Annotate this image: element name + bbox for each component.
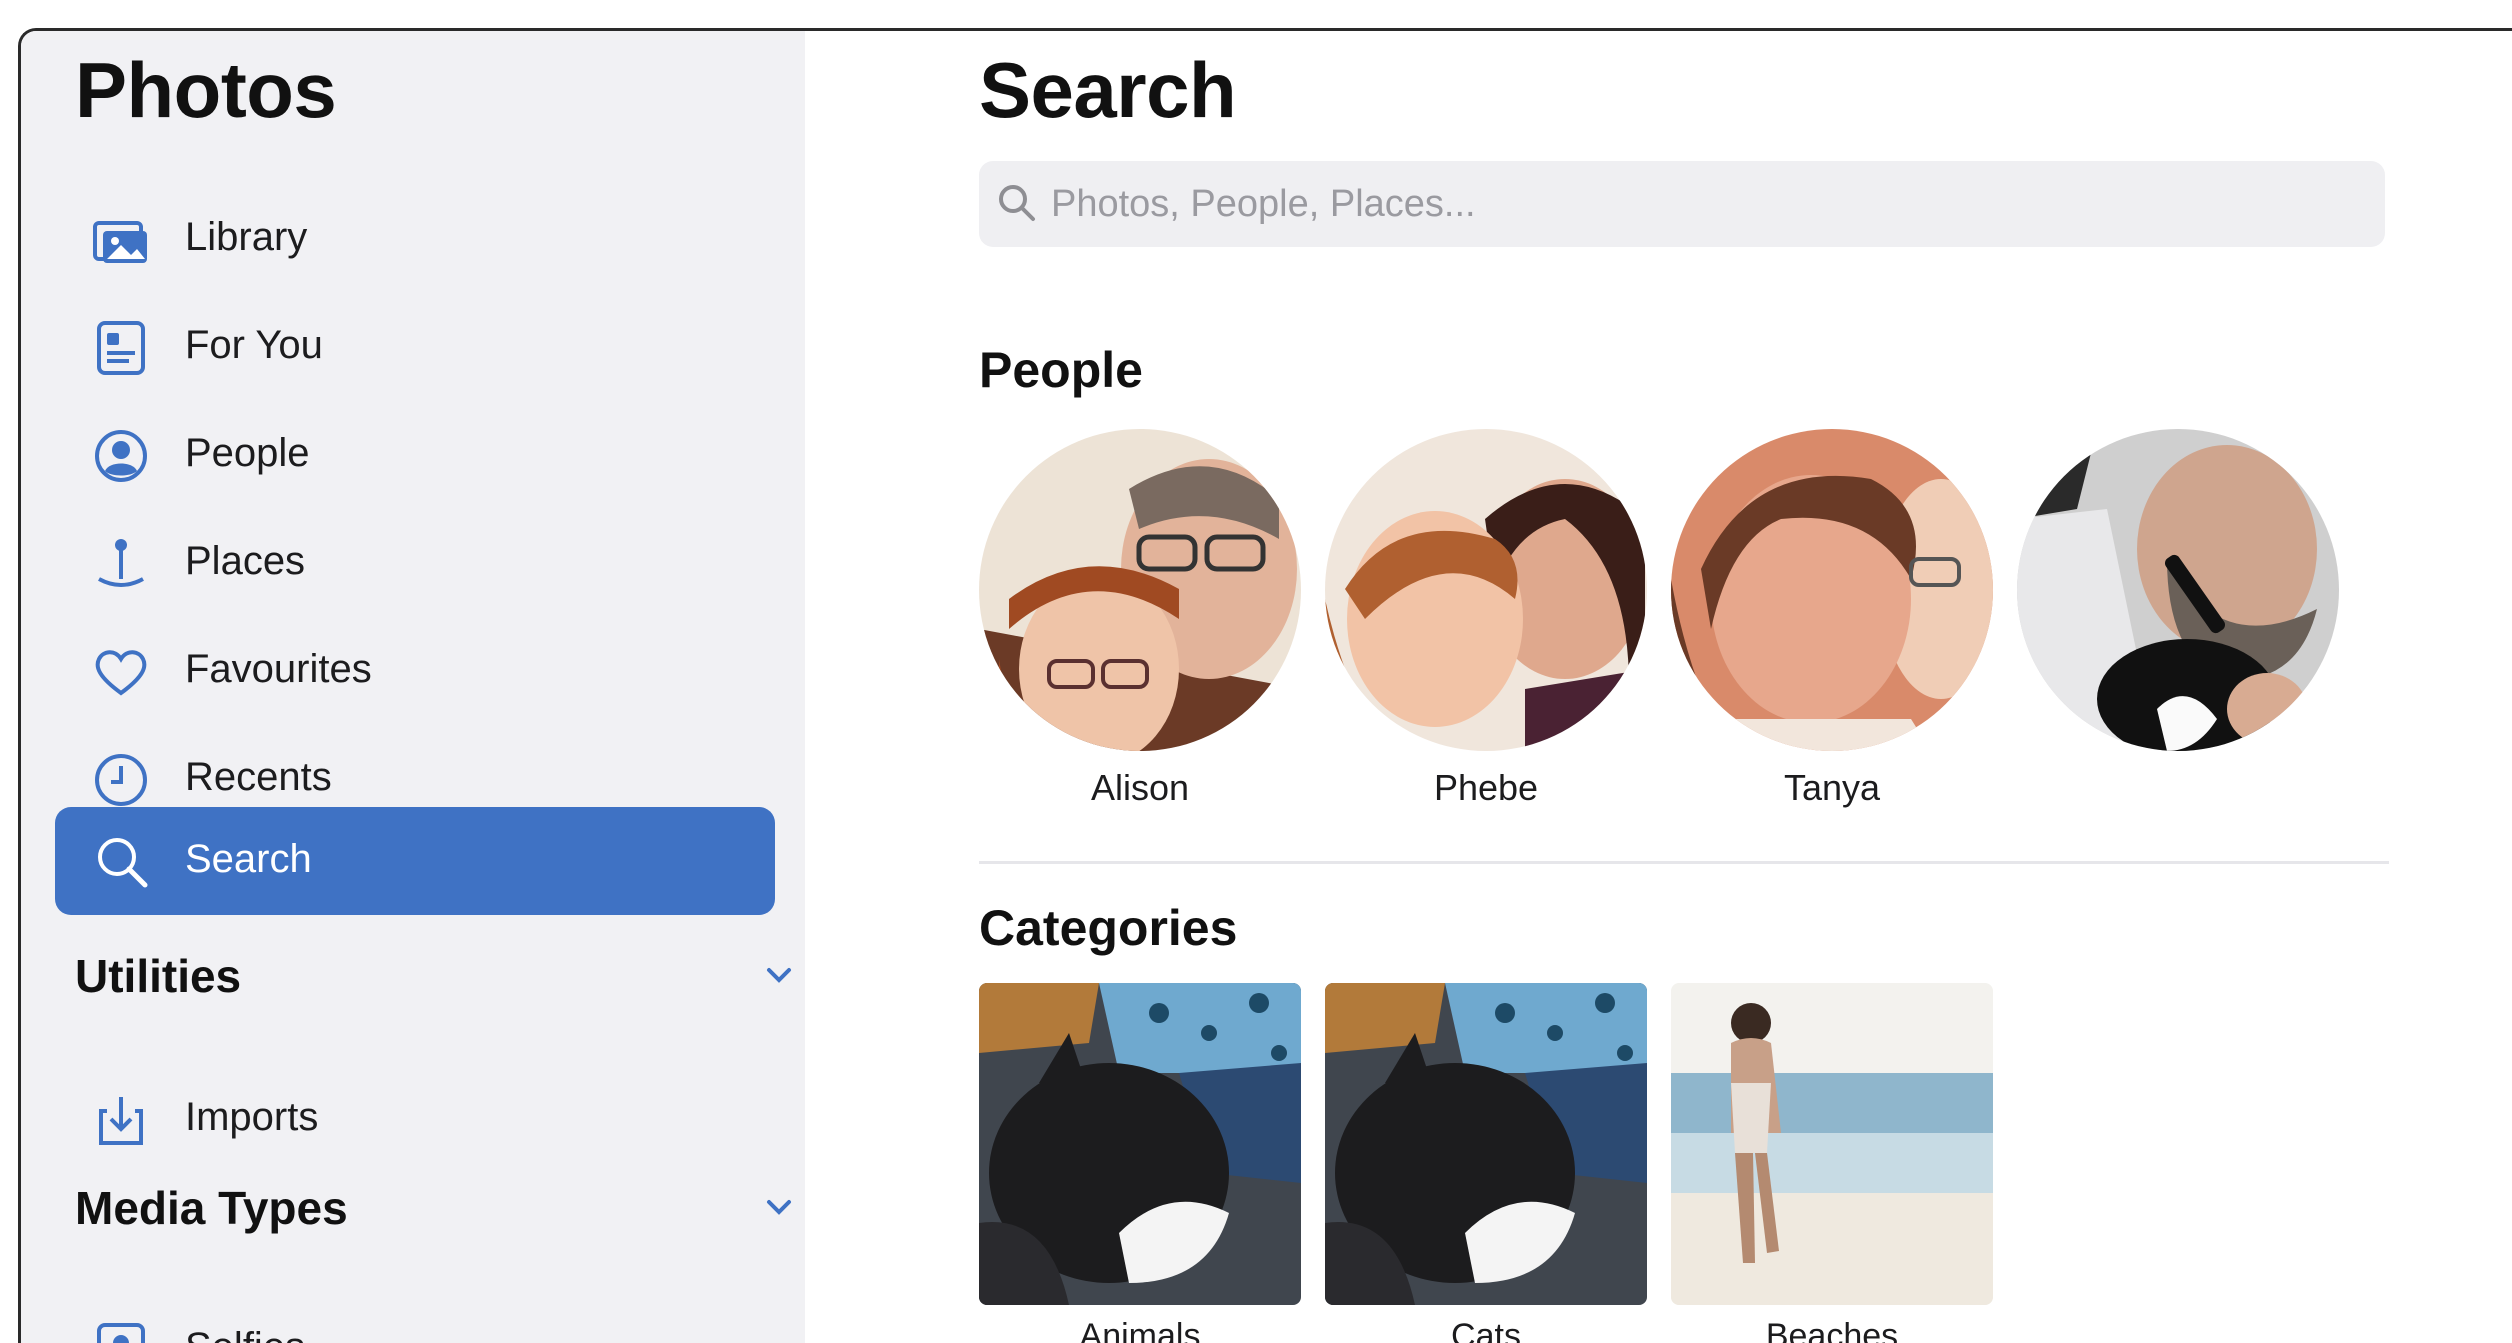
sidebar-item-label: People	[185, 431, 310, 475]
import-icon	[93, 1093, 151, 1147]
sidebar-item-label: Selfies	[185, 1325, 305, 1343]
sidebar-item-label: Imports	[185, 1095, 319, 1139]
selfie-icon	[93, 1323, 151, 1343]
chevron-down-icon[interactable]	[759, 1187, 799, 1227]
for-you-icon	[93, 321, 151, 375]
category-animals[interactable]: Animals	[979, 983, 1301, 1343]
category-thumbnail	[1671, 983, 1993, 1305]
search-icon	[93, 835, 151, 889]
app-title: Photos	[75, 46, 337, 134]
page-title: Search	[979, 46, 1237, 134]
sidebar-item-favourites[interactable]: Favourites	[55, 617, 775, 725]
sidebar-item-people[interactable]: People	[55, 401, 775, 509]
person-alison[interactable]: Alison	[979, 429, 1301, 809]
person-circle-icon	[93, 429, 151, 483]
person-photo	[2017, 429, 2339, 751]
sidebar-item-label: Places	[185, 539, 306, 583]
chevron-down-icon[interactable]	[759, 955, 799, 995]
category-beaches[interactable]: Beaches	[1671, 983, 1993, 1343]
category-thumbnail	[979, 983, 1301, 1305]
main-content: Search People	[805, 31, 2512, 1343]
search-input[interactable]	[1049, 171, 2353, 237]
person-unnamed[interactable]	[2017, 429, 2339, 809]
section-title: Media Types	[75, 1182, 348, 1234]
person-photo	[1671, 429, 1993, 751]
heart-icon	[93, 645, 151, 699]
search-field[interactable]	[979, 161, 2385, 247]
person-name: Tanya	[1783, 767, 1881, 808]
sidebar-item-label: Library	[185, 215, 308, 259]
sidebar-item-label: Favourites	[185, 647, 372, 691]
sidebar-item-for-you[interactable]: For You	[55, 293, 775, 401]
sidebar-item-label: Recents	[185, 755, 332, 799]
sidebar: Photos Library For You People Places Fav…	[21, 31, 805, 1343]
sidebar-item-selfies[interactable]: Selfies	[55, 1295, 775, 1343]
section-utilities[interactable]: Utilities	[75, 949, 791, 1009]
sidebar-item-library[interactable]: Library	[55, 185, 775, 293]
person-name: Alison	[1090, 767, 1190, 808]
categories-section-title: Categories	[979, 900, 1238, 956]
category-name: Animals	[1079, 1317, 1201, 1343]
category-name: Cats	[1451, 1317, 1521, 1343]
photos-window: Photos Library For You People Places Fav…	[18, 28, 2512, 1343]
person-photo	[1325, 429, 1647, 751]
category-cats[interactable]: Cats	[1325, 983, 1647, 1343]
sidebar-item-places[interactable]: Places	[55, 509, 775, 617]
person-phebe[interactable]: Phebe	[1325, 429, 1647, 809]
sidebar-item-search[interactable]: Search	[55, 807, 775, 915]
sidebar-item-imports[interactable]: Imports	[55, 1065, 775, 1173]
sidebar-item-label: Search	[185, 837, 312, 881]
person-photo	[979, 429, 1301, 751]
section-title: Utilities	[75, 950, 242, 1002]
search-icon	[999, 185, 1035, 221]
category-name: Beaches	[1765, 1317, 1899, 1343]
clock-icon	[93, 753, 151, 807]
photo-library-icon	[93, 213, 151, 267]
person-name: Phebe	[1433, 767, 1539, 808]
sidebar-item-label: For You	[185, 323, 323, 367]
people-section-title: People	[979, 342, 1143, 398]
section-media-types[interactable]: Media Types	[75, 1181, 791, 1241]
category-thumbnail	[1325, 983, 1647, 1305]
map-pin-icon	[93, 537, 151, 591]
person-tanya[interactable]: Tanya	[1671, 429, 1993, 809]
section-divider	[979, 861, 2389, 864]
